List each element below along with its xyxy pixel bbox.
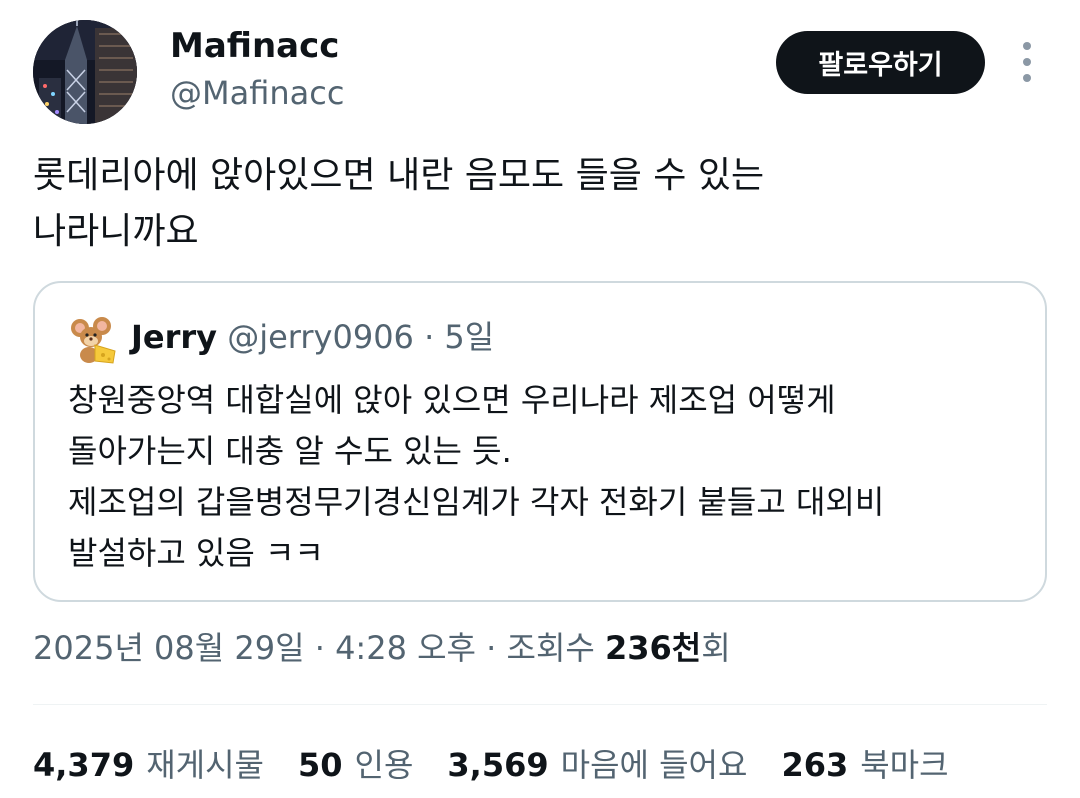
follow-button[interactable]: 팔로우하기 — [776, 31, 985, 94]
quote-separator: · — [424, 318, 435, 356]
quote-text: 창원중앙역 대합실에 앉아 있으면 우리나라 제조업 어떻게 돌아가는지 대충 … — [68, 375, 1028, 579]
quote-author-name[interactable]: Jerry — [131, 318, 217, 356]
reposts-label: 재게시물 — [146, 746, 264, 784]
quote-text-line: 발설하고 있음 ㅋㅋ — [68, 534, 324, 572]
quote-author-avatar — [69, 315, 119, 365]
quote-author-handle[interactable]: @jerry0906 — [227, 318, 414, 356]
quote-timestamp[interactable]: 5일 — [444, 318, 494, 356]
tweet-date[interactable]: 2025년 08월 29일 — [33, 629, 305, 667]
meta-separator: · — [475, 629, 507, 667]
author-display-name[interactable]: Mafinacc — [170, 26, 339, 66]
bookmarks-label: 북마크 — [860, 746, 949, 784]
quotes-stat[interactable]: 50 인용 — [298, 743, 413, 787]
more-vertical-icon[interactable] — [1010, 42, 1044, 82]
views-count: 236천 — [605, 629, 702, 667]
quotes-count: 50 — [297, 746, 343, 784]
likes-label: 마음에 들어요 — [560, 746, 748, 784]
quote-header: Jerry @jerry0906 · 5일 — [131, 315, 494, 359]
engagement-stats: 4,379 재게시물 50 인용 3,569 마음에 들어요 263 북마크 — [33, 743, 949, 787]
quote-text-line: 제조업의 갑을병정무기경신임계가 각자 전화기 붙들고 대외비 — [68, 483, 885, 521]
views-suffix: 회 — [701, 629, 731, 667]
tweet-text-line: 나라니까요 — [33, 211, 199, 252]
dot-shape — [1023, 58, 1031, 66]
quoted-tweet-card[interactable]: Jerry @jerry0906 · 5일 창원중앙역 대합실에 앉아 있으면 … — [33, 281, 1047, 602]
author-avatar[interactable] — [33, 20, 137, 124]
reposts-count: 4,379 — [33, 746, 135, 784]
bookmarks-count: 263 — [781, 746, 849, 784]
meta-separator: · — [304, 629, 336, 667]
quote-text-line: 창원중앙역 대합실에 앉아 있으면 우리나라 제조업 어떻게 — [68, 381, 836, 419]
reposts-stat[interactable]: 4,379 재게시물 — [33, 743, 264, 787]
likes-stat[interactable]: 3,569 마음에 들어요 — [447, 743, 747, 787]
views-label: 조회수 — [506, 629, 605, 667]
tweet-text: 롯데리아에 앉아있으면 내란 음모도 들을 수 있는 나라니까요 — [33, 148, 1033, 260]
mouse-with-cheese-icon — [71, 317, 116, 364]
author-handle[interactable]: @Mafinacc — [170, 74, 344, 112]
bookmarks-stat[interactable]: 263 북마크 — [781, 743, 948, 787]
dot-shape — [1023, 74, 1031, 82]
tweet-text-line: 롯데리아에 앉아있으면 내란 음모도 들을 수 있는 — [33, 155, 765, 196]
divider — [33, 704, 1047, 705]
night-city-skyline-avatar-icon — [33, 20, 137, 124]
likes-count: 3,569 — [447, 746, 549, 784]
quotes-label: 인용 — [354, 746, 414, 784]
quote-text-line: 돌아가는지 대충 알 수도 있는 듯. — [68, 432, 512, 470]
tweet-time[interactable]: 4:28 오후 — [335, 629, 476, 667]
dot-shape — [1023, 42, 1031, 50]
tweet-meta: 2025년 08월 29일 · 4:28 오후 · 조회수 236천회 — [33, 626, 731, 670]
